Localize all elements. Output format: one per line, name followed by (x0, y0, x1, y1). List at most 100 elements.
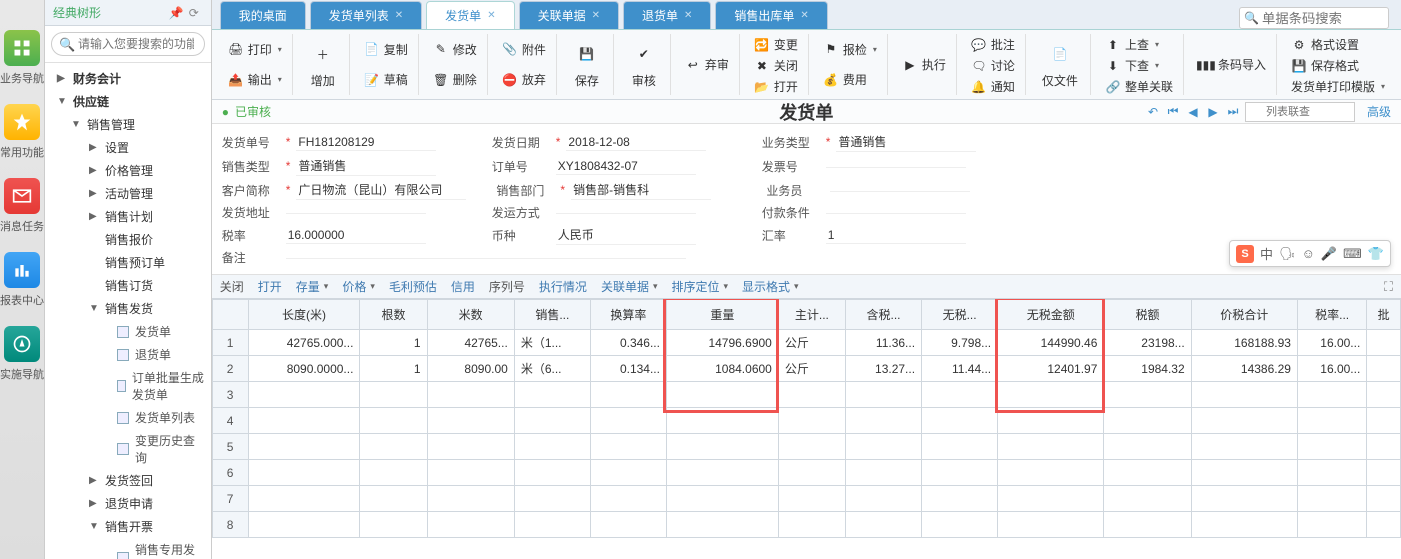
col-header[interactable] (212, 300, 248, 330)
change-button[interactable]: 🔁变更 (750, 34, 802, 55)
audit-button[interactable]: ✔审核 (624, 36, 664, 93)
tree-node[interactable]: ▶发货签回 (45, 469, 211, 492)
nav-next-button[interactable]: ▶ (1205, 104, 1221, 120)
nav-first-button[interactable]: ⏮ (1165, 104, 1181, 120)
field-date[interactable]: 2018-12-08 (566, 134, 706, 151)
tb-stock[interactable]: 存量▾ (296, 278, 329, 295)
tab[interactable]: 我的桌面 (220, 1, 306, 29)
col-header[interactable]: 重量 (666, 300, 778, 330)
close-icon[interactable]: ✕ (592, 10, 600, 21)
save-format-button[interactable]: 💾保存格式 (1287, 55, 1389, 76)
field-ex[interactable]: 1 (826, 227, 966, 244)
delete-button[interactable]: 🗑删除 (429, 69, 481, 90)
grid-table[interactable]: 长度(米)根数米数销售...换算率重量主计...含税...无税...无税金额税额… (212, 299, 1401, 538)
table-row[interactable]: 28090.0000...18090.00米（6...0.134...1084.… (212, 356, 1400, 382)
col-header[interactable]: 批 (1367, 300, 1401, 330)
tb-display[interactable]: 显示格式▾ (742, 278, 799, 295)
edit-button[interactable]: ✎修改 (429, 39, 481, 60)
format-settings-button[interactable]: ⚙格式设置 (1287, 34, 1389, 55)
field-stype[interactable]: 普通销售 (296, 156, 436, 176)
col-header[interactable]: 税率... (1297, 300, 1366, 330)
table-row[interactable]: 6 (212, 460, 1400, 486)
close-icon[interactable]: ✕ (395, 10, 403, 21)
notify-button[interactable]: 🔔通知 (967, 76, 1019, 97)
cost-button[interactable]: 💰费用 (819, 69, 881, 90)
rail-impl-nav[interactable]: 实施导航 (0, 326, 44, 382)
attach-button[interactable]: 📎附件 (498, 39, 550, 60)
close-icon[interactable]: ✕ (800, 10, 808, 21)
tree-node[interactable]: ▼销售开票 (45, 515, 211, 538)
comment-button[interactable]: 💬批注 (967, 34, 1019, 55)
tree-node[interactable]: 销售专用发票 (45, 538, 211, 559)
close-icon[interactable]: ✕ (487, 10, 495, 21)
rail-common-funcs[interactable]: 常用功能 (0, 104, 44, 160)
tree-node[interactable]: 销售订货 (45, 274, 211, 297)
draft-button[interactable]: 📝草稿 (360, 69, 412, 90)
field-dept[interactable]: 销售部-销售科 (571, 180, 711, 200)
print-template-button[interactable]: 发货单打印模版▾ (1287, 76, 1389, 97)
rail-business-nav[interactable]: 业务导航 (0, 30, 44, 86)
export-button[interactable]: 📤输出▾ (224, 69, 286, 90)
tree-node[interactable]: 发货单列表 (45, 406, 211, 429)
tree-node[interactable]: ▶价格管理 (45, 159, 211, 182)
table-row[interactable]: 5 (212, 434, 1400, 460)
sidebar-refresh-icon[interactable]: ⟳ (189, 6, 203, 20)
tb-expand-icon[interactable]: ⛶ (1384, 279, 1393, 295)
col-header[interactable]: 无税金额 (998, 300, 1104, 330)
barcode-import-button[interactable]: ▮▮▮条码导入 (1194, 54, 1270, 75)
discuss-button[interactable]: 🗨讨论 (967, 55, 1019, 76)
table-row[interactable]: 4 (212, 408, 1400, 434)
nav-last-button[interactable]: ⏭ (1225, 104, 1241, 120)
field-btype[interactable]: 普通销售 (836, 132, 976, 152)
fileonly-button[interactable]: 📄仅文件 (1036, 36, 1084, 93)
col-header[interactable]: 无税... (922, 300, 998, 330)
tb-assoc[interactable]: 关联单据▾ (601, 278, 658, 295)
tb-close[interactable]: 关闭 (220, 278, 244, 295)
col-header[interactable]: 长度(米) (248, 300, 360, 330)
close-doc-button[interactable]: ✖关闭 (750, 55, 802, 76)
field-sales[interactable] (830, 189, 970, 192)
ime-keyboard-icon[interactable]: ⌨ (1343, 246, 1362, 262)
list-search-input[interactable] (1245, 102, 1355, 122)
tab[interactable]: 发货单✕ (426, 1, 514, 29)
tb-credit[interactable]: 信用 (451, 278, 475, 295)
nav-prev-button[interactable]: ◀ (1185, 104, 1201, 120)
tree-node[interactable]: ▶设置 (45, 136, 211, 159)
tb-gross[interactable]: 毛利预估 (389, 278, 437, 295)
tree-node[interactable]: 变更历史查询 (45, 429, 211, 469)
ime-lang[interactable]: 中 (1260, 244, 1273, 263)
copy-button[interactable]: 📄复制 (360, 39, 412, 60)
add-button[interactable]: ＋增加 (303, 36, 343, 93)
tb-price[interactable]: 价格▾ (342, 278, 375, 295)
tree-node[interactable]: 退货单 (45, 343, 211, 366)
field-note[interactable] (286, 256, 686, 259)
ime-face-icon[interactable]: ☺ (1302, 246, 1315, 261)
save-button[interactable]: 💾保存 (567, 36, 607, 93)
col-header[interactable]: 含税... (845, 300, 921, 330)
ime-punct-icon[interactable]: 🗣 (1279, 246, 1296, 262)
field-no[interactable]: FH181208129 (296, 134, 436, 151)
tree-node[interactable]: ▶退货申请 (45, 492, 211, 515)
col-header[interactable]: 税额 (1104, 300, 1191, 330)
col-header[interactable]: 米数 (427, 300, 514, 330)
col-header[interactable]: 主计... (778, 300, 845, 330)
table-row[interactable]: 142765.000...142765...米（1...0.346...1479… (212, 330, 1400, 356)
tree-node[interactable]: 发货单 (45, 320, 211, 343)
traceup-button[interactable]: ⬆上查▾ (1101, 34, 1177, 55)
sidebar-pin-icon[interactable]: 📌 (169, 6, 183, 20)
tree-node[interactable]: ▼供应链 (45, 90, 211, 113)
tab[interactable]: 发货单列表✕ (310, 1, 422, 29)
tree-node[interactable]: ▶财务会计 (45, 67, 211, 90)
tb-serial[interactable]: 序列号 (489, 278, 525, 295)
tb-open[interactable]: 打开 (258, 278, 282, 295)
ime-mic-icon[interactable]: 🎤 (1321, 246, 1337, 262)
field-inv[interactable] (826, 165, 966, 168)
tree-node[interactable]: ▼销售发货 (45, 297, 211, 320)
tab[interactable]: 销售出库单✕ (715, 1, 827, 29)
ime-bar[interactable]: S 中 🗣 ☺ 🎤 ⌨ 👕 (1229, 240, 1391, 267)
tree-node[interactable]: ▼销售管理 (45, 113, 211, 136)
field-order[interactable]: XY1808432-07 (556, 158, 696, 175)
tree-node[interactable]: ▶活动管理 (45, 182, 211, 205)
execute-button[interactable]: ▶执行 (898, 54, 950, 75)
open-doc-button[interactable]: 📂打开 (750, 76, 802, 97)
